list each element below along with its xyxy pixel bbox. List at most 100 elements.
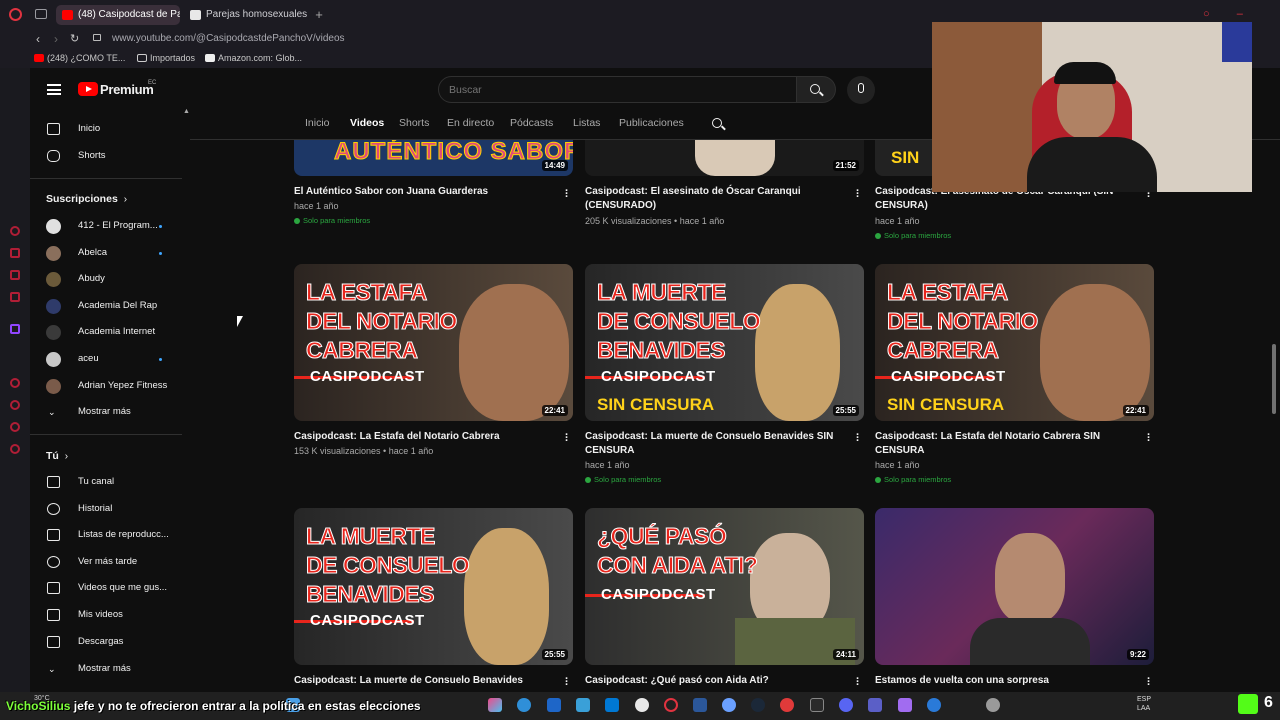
settings-gear-icon[interactable]: [986, 698, 1000, 712]
page-scrollbar[interactable]: [1272, 344, 1276, 414]
you-header[interactable]: Tú ›: [46, 450, 68, 462]
voice-search-button[interactable]: [847, 76, 875, 104]
back-icon[interactable]: ‹: [36, 32, 40, 46]
search-input[interactable]: [449, 82, 779, 98]
whatsapp-icon[interactable]: [10, 270, 20, 280]
outlook-icon[interactable]: [605, 698, 619, 712]
video-title[interactable]: Casipodcast: La Estafa del Notario Cabre…: [294, 430, 554, 444]
more-options-icon[interactable]: ···: [565, 430, 569, 447]
video-title[interactable]: Casipodcast: El asesinato de Óscar Caran…: [585, 185, 845, 213]
more-options-icon[interactable]: ···: [856, 186, 860, 203]
scroll-up-icon[interactable]: ▲: [183, 108, 190, 115]
sidebar-subscription-item[interactable]: 412 - El Program...: [30, 214, 180, 238]
video-title[interactable]: Estamos de vuelta con una sorpresa: [875, 674, 1135, 688]
logo-wordmark[interactable]: Premium: [100, 82, 154, 97]
new-tab-button[interactable]: +: [312, 8, 326, 22]
browser-icon[interactable]: [722, 698, 736, 712]
store-icon[interactable]: [547, 698, 561, 712]
files-icon[interactable]: [576, 698, 590, 712]
youtube-logo-icon[interactable]: [78, 82, 98, 96]
video-thumbnail[interactable]: LA ESTAFA DEL NOTARIO CABRERA CASIPODCAS…: [875, 264, 1154, 421]
bookmark-item[interactable]: Amazon.com: Glob...: [205, 53, 302, 63]
tab-listas[interactable]: Listas: [573, 117, 600, 129]
more-options-icon[interactable]: ···: [1147, 430, 1151, 447]
twitch-icon[interactable]: [10, 324, 20, 334]
history-icon[interactable]: [10, 400, 20, 410]
word-icon[interactable]: [693, 698, 707, 712]
forward-icon[interactable]: ›: [54, 32, 58, 46]
browser-tab[interactable]: Parejas homosexuales no p: [184, 5, 308, 25]
video-title[interactable]: Casipodcast: La muerte de Consuelo Benav…: [585, 430, 840, 458]
tab-podcasts[interactable]: Pódcasts: [510, 117, 553, 129]
sidebar-item-inicio[interactable]: Inicio: [30, 117, 180, 141]
tab-en-directo[interactable]: En directo: [447, 117, 494, 129]
sidebar-subscription-item[interactable]: Academia Internet: [30, 320, 180, 344]
teams-icon[interactable]: [868, 698, 882, 712]
more-options-icon[interactable]: ···: [856, 430, 860, 447]
bookmark-folder[interactable]: Importados: [137, 53, 195, 63]
url-field[interactable]: www.youtube.com/@CasipodcastdePanchoV/vi…: [112, 33, 345, 44]
video-thumbnail[interactable]: 9:22: [875, 508, 1154, 665]
subscriptions-header[interactable]: Suscripciones ›: [46, 193, 127, 205]
sidebar-you-item[interactable]: Listas de reproducc...: [30, 523, 180, 547]
music-icon[interactable]: [10, 292, 20, 302]
sidebar-subscription-item[interactable]: Abelca: [30, 241, 180, 265]
copilot-icon[interactable]: [488, 698, 502, 712]
app-icon-2[interactable]: [927, 698, 941, 712]
percent-icon[interactable]: [10, 346, 20, 356]
sidebar-you-item[interactable]: Historial: [30, 497, 180, 521]
show-more-button-2[interactable]: ⌄ Mostrar más: [30, 657, 180, 681]
more-options-icon[interactable]: ···: [1147, 674, 1151, 691]
player-icon[interactable]: [10, 378, 20, 388]
reload-icon[interactable]: ↻: [70, 32, 79, 45]
opera-logo-icon[interactable]: [9, 8, 22, 21]
tab-inicio[interactable]: Inicio: [305, 117, 330, 129]
chrome-icon[interactable]: [635, 698, 649, 712]
video-title[interactable]: Casipodcast: La muerte de Consuelo Benav…: [294, 674, 554, 688]
app-grid-icon[interactable]: [898, 698, 912, 712]
language-indicator[interactable]: ESP LAA: [1137, 695, 1151, 713]
video-title[interactable]: Casipodcast: ¿Qué pasó con Aida Ati?: [585, 674, 845, 688]
steam-icon[interactable]: [751, 698, 765, 712]
channel-search-icon[interactable]: [712, 118, 722, 128]
more-options-icon[interactable]: ···: [565, 674, 569, 691]
video-thumbnail[interactable]: 21:52: [585, 140, 864, 176]
settings-icon[interactable]: [10, 444, 20, 454]
instagram-icon[interactable]: [10, 248, 20, 258]
video-title[interactable]: Casipodcast: La Estafa del Notario Cabre…: [875, 430, 1130, 458]
video-thumbnail[interactable]: LA ESTAFA DEL NOTARIO CABRERA CASIPODCAS…: [294, 264, 573, 421]
sidebar-subscription-item[interactable]: aceu: [30, 347, 180, 371]
video-thumbnail[interactable]: LA MUERTE DE CONSUELO BENAVIDES CASIPODC…: [585, 264, 864, 421]
video-thumbnail[interactable]: ¿QUÉ PASÓ CON AIDA ATI? CASIPODCAST 24:1…: [585, 508, 864, 665]
edge-icon[interactable]: [517, 698, 531, 712]
video-thumbnail[interactable]: AUTÉNTICO SABOR 14:49: [294, 140, 573, 176]
messenger-icon[interactable]: [10, 226, 20, 236]
tab-publicaciones[interactable]: Publicaciones: [619, 117, 684, 129]
browser-tab-active[interactable]: (48) Casipodcast de Panch: [56, 5, 180, 25]
sidebar-subscription-item[interactable]: Abudy: [30, 267, 180, 291]
sidebar-you-item[interactable]: Mis videos: [30, 603, 180, 627]
tab-videos[interactable]: Videos: [350, 117, 384, 129]
video-title[interactable]: El Auténtico Sabor con Juana Guarderas: [294, 185, 554, 199]
more-options-icon[interactable]: ···: [565, 186, 569, 203]
app-icon[interactable]: [780, 698, 794, 712]
sidebar-you-item[interactable]: Ver más tarde: [30, 550, 180, 574]
discord-icon[interactable]: [839, 698, 853, 712]
kick-icon[interactable]: [1238, 694, 1258, 714]
search-button[interactable]: [797, 76, 836, 103]
workspace-icon[interactable]: [35, 9, 47, 19]
opera-icon[interactable]: [664, 698, 678, 712]
extensions-icon[interactable]: [10, 422, 20, 432]
show-more-button[interactable]: ⌄ Mostrar más: [30, 400, 180, 424]
menu-icon[interactable]: [47, 84, 61, 95]
more-options-icon[interactable]: ···: [856, 674, 860, 691]
sidebar-you-item[interactable]: Tu canal: [30, 470, 180, 494]
bookmark-item[interactable]: (248) ¿COMO TE...: [34, 53, 125, 63]
video-thumbnail[interactable]: LA MUERTE DE CONSUELO BENAVIDES CASIPODC…: [294, 508, 573, 665]
epic-games-icon[interactable]: [810, 698, 824, 712]
sidebar-you-item[interactable]: Descargas: [30, 630, 180, 654]
sidebar-you-item[interactable]: Videos que me gus...: [30, 576, 180, 600]
sidebar-subscription-item[interactable]: Adrian Yepez Fitness: [30, 374, 180, 398]
tab-shorts[interactable]: Shorts: [399, 117, 429, 129]
sidebar-subscription-item[interactable]: Academia Del Rap: [30, 294, 180, 318]
